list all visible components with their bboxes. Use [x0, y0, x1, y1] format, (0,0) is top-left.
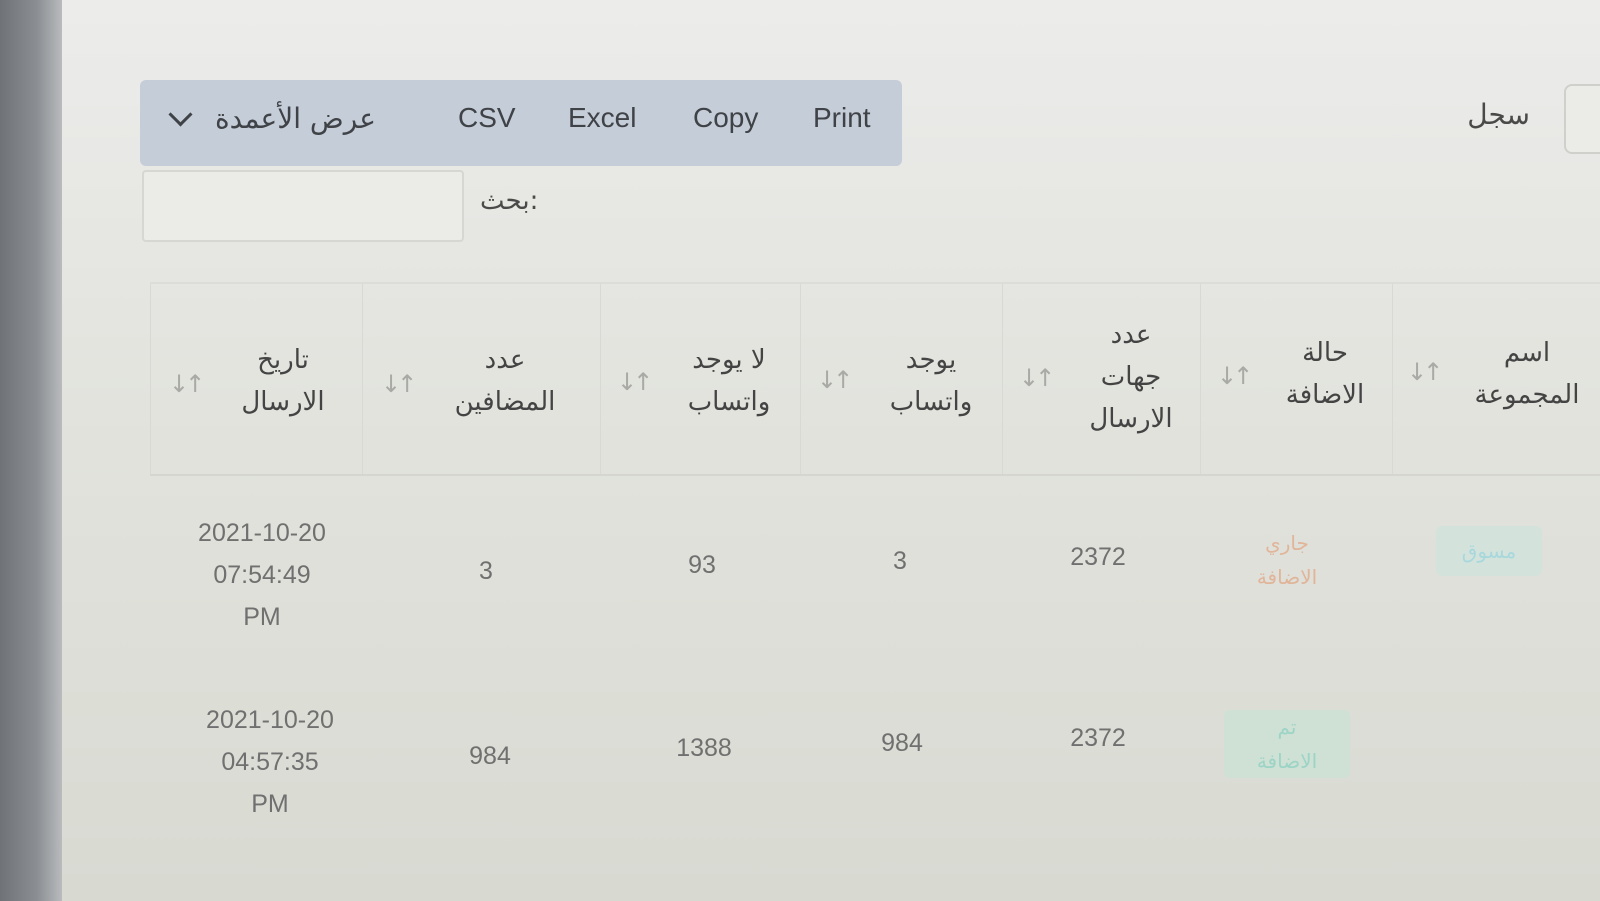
column-visibility-button[interactable]: عرض الأعمدة: [168, 102, 376, 135]
header-has-whatsapp[interactable]: ↓↑ يوجد واتساب: [800, 284, 1002, 474]
status-badge: جاري الاضافة: [1256, 531, 1318, 589]
search-input[interactable]: [142, 170, 464, 242]
column-visibility-label: عرض الأعمدة: [215, 102, 376, 135]
cell-added: 3: [479, 557, 493, 585]
header-contacts-count[interactable]: ↓↑ عدد جهات الارسال: [1002, 284, 1200, 474]
sort-icon: ↓↑: [169, 370, 205, 398]
print-button[interactable]: Print: [813, 102, 871, 134]
header-label: حالة الاضافة: [1285, 338, 1365, 410]
header-label: تاريخ الارسال: [241, 345, 325, 417]
header-added-count[interactable]: ↓↑ عدد المضافين: [362, 284, 600, 474]
group-badge: مسوق: [1436, 526, 1542, 576]
chevron-down-icon: [168, 102, 193, 127]
status-badge: تم الاضافة: [1224, 710, 1350, 778]
header-no-whatsapp[interactable]: ↓↑ لا يوجد واتساب: [600, 284, 800, 474]
search-label: بحث:: [480, 186, 539, 216]
cell-date: 2021-10-20 07:54:49 PM: [198, 519, 326, 631]
cell-added: 984: [469, 742, 511, 770]
header-group-name[interactable]: ↓↑ اسم المجموعة: [1392, 284, 1600, 474]
cell-has-whatsapp: 984: [881, 729, 923, 757]
header-label: لا يوجد واتساب: [687, 345, 771, 417]
sort-icon: ↓↑: [1407, 358, 1443, 386]
table-header: ↓↑ تاريخ الارسال ↓↑ عدد المضافين ↓↑ لا ي…: [150, 282, 1600, 476]
header-label: اسم المجموعة: [1474, 338, 1580, 410]
sort-icon: ↓↑: [1019, 364, 1055, 392]
cell-contacts: 2372: [1070, 724, 1126, 752]
sort-icon: ↓↑: [381, 370, 417, 398]
copy-button[interactable]: Copy: [693, 102, 758, 134]
entries-select[interactable]: [1564, 84, 1600, 154]
cell-contacts: 2372: [1070, 543, 1126, 571]
csv-button[interactable]: CSV: [458, 102, 516, 134]
entries-label: سجل: [1467, 98, 1530, 131]
header-label: عدد جهات الارسال: [1089, 320, 1173, 434]
page: عرض الأعمدة CSV Excel Copy Print سجل بحث…: [62, 0, 1600, 901]
cell-no-whatsapp: 1388: [676, 734, 732, 762]
export-toolbar: عرض الأعمدة CSV Excel Copy Print: [140, 80, 902, 166]
excel-button[interactable]: Excel: [568, 102, 636, 134]
header-label: عدد المضافين: [454, 345, 556, 417]
cell-has-whatsapp: 3: [893, 547, 907, 575]
sort-icon: ↓↑: [817, 366, 853, 394]
cell-no-whatsapp: 93: [688, 551, 716, 579]
window-edge: [0, 0, 62, 901]
header-send-date[interactable]: ↓↑ تاريخ الارسال: [150, 284, 362, 474]
cell-date: 2021-10-20 04:57:35 PM: [206, 706, 334, 818]
header-label: يوجد واتساب: [889, 345, 973, 417]
sort-icon: ↓↑: [617, 368, 653, 396]
header-add-status[interactable]: ↓↑ حالة الاضافة: [1200, 284, 1392, 474]
